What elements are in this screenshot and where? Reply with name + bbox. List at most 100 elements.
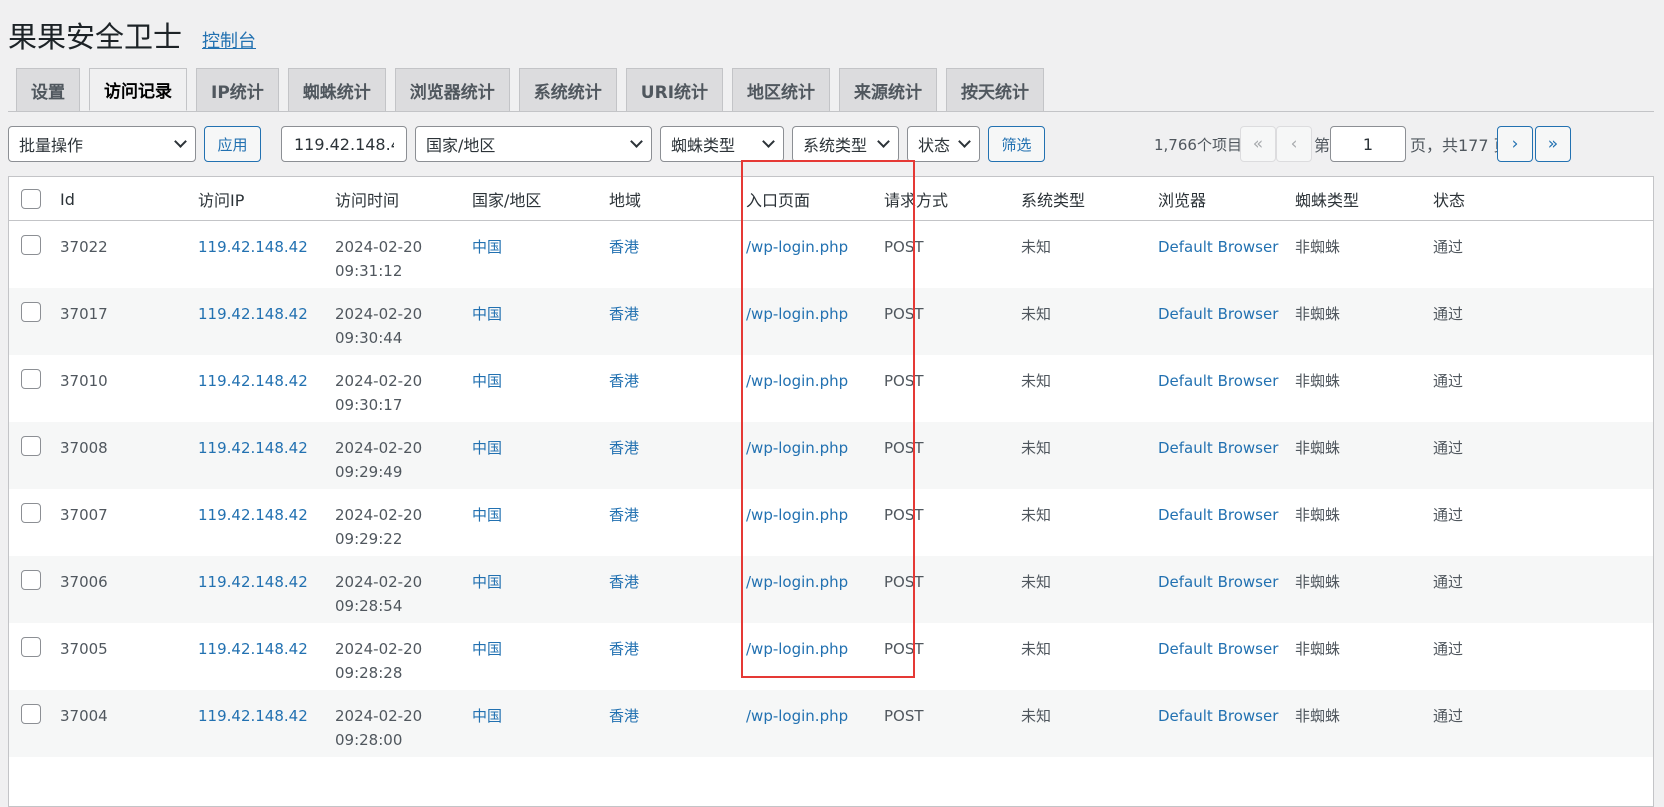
bulk-action-select[interactable]: 批量操作 (8, 126, 196, 162)
cell-id: 37022 (60, 238, 108, 256)
cell-region-link[interactable]: 香港 (609, 302, 639, 326)
cell-time: 2024-02-20 09:28:28 (335, 637, 422, 685)
cell-status: 通过 (1433, 640, 1464, 658)
column-header-spider[interactable]: 蜘蛛类型 (1295, 177, 1359, 221)
cell-time: 2024-02-20 09:30:44 (335, 302, 422, 350)
cell-entry-page-link[interactable]: /wp-login.php (746, 704, 848, 728)
row-checkbox[interactable] (21, 704, 41, 724)
tab-system-stats[interactable]: 系统统计 (518, 68, 617, 111)
column-header-method[interactable]: 请求方式 (884, 177, 948, 221)
cell-ip-link[interactable]: 119.42.148.42 (198, 436, 308, 460)
tab-settings[interactable]: 设置 (16, 68, 80, 111)
column-header-entry-page[interactable]: 入口页面 (746, 177, 810, 221)
tab-ip-stats[interactable]: IP统计 (196, 68, 279, 111)
column-header-ip[interactable]: 访问IP (198, 177, 244, 221)
tab-region-stats[interactable]: 地区统计 (732, 68, 831, 111)
country-select[interactable]: 国家/地区 (415, 126, 652, 162)
cell-date: 2024-02-20 (335, 640, 423, 658)
filter-button[interactable]: 筛选 (988, 126, 1045, 162)
row-checkbox[interactable] (21, 503, 41, 523)
cell-browser-link[interactable]: Default Browser (1158, 436, 1278, 460)
tab-visit-log[interactable]: 访问记录 (89, 68, 187, 111)
cell-browser-link[interactable]: Default Browser (1158, 637, 1278, 661)
column-header-country[interactable]: 国家/地区 (472, 177, 541, 221)
dashboard-link[interactable]: 控制台 (202, 27, 256, 53)
last-page-button[interactable]: » (1535, 126, 1571, 162)
row-checkbox[interactable] (21, 570, 41, 590)
apply-button[interactable]: 应用 (204, 126, 261, 162)
row-checkbox[interactable] (21, 235, 41, 255)
cell-method: POST (884, 305, 924, 323)
table-row: 37006 119.42.148.42 2024-02-20 09:28:54 中… (9, 556, 1653, 623)
cell-clock: 09:28:54 (335, 597, 403, 615)
cell-country-link[interactable]: 中国 (472, 369, 502, 393)
chevron-down-icon (877, 135, 890, 148)
cell-browser-link[interactable]: Default Browser (1158, 369, 1278, 393)
cell-entry-page-link[interactable]: /wp-login.php (746, 302, 848, 326)
cell-entry-page-link[interactable]: /wp-login.php (746, 570, 848, 594)
cell-browser-link[interactable]: Default Browser (1158, 704, 1278, 728)
cell-region-link[interactable]: 香港 (609, 235, 639, 259)
cell-ip-link[interactable]: 119.42.148.42 (198, 369, 308, 393)
cell-entry-page-link[interactable]: /wp-login.php (746, 503, 848, 527)
cell-entry-page-link[interactable]: /wp-login.php (746, 235, 848, 259)
column-header-region[interactable]: 地域 (609, 177, 641, 221)
cell-entry-page-link[interactable]: /wp-login.php (746, 637, 848, 661)
cell-country-link[interactable]: 中国 (472, 302, 502, 326)
chevron-down-icon (630, 135, 643, 148)
cell-time: 2024-02-20 09:28:54 (335, 570, 422, 618)
cell-country-link[interactable]: 中国 (472, 704, 502, 728)
cell-ip-link[interactable]: 119.42.148.42 (198, 637, 308, 661)
cell-id: 37006 (60, 573, 108, 591)
table-header: Id 访问IP 访问时间 国家/地区 地域 入口页面 请求方式 系统类型 浏览器… (9, 177, 1653, 221)
cell-country-link[interactable]: 中国 (472, 637, 502, 661)
cell-entry-page-link[interactable]: /wp-login.php (746, 436, 848, 460)
cell-browser-link[interactable]: Default Browser (1158, 570, 1278, 594)
chevron-down-icon (958, 135, 971, 148)
column-header-status[interactable]: 状态 (1433, 177, 1465, 221)
cell-country-link[interactable]: 中国 (472, 235, 502, 259)
cell-region-link[interactable]: 香港 (609, 369, 639, 393)
cell-id: 37005 (60, 640, 108, 658)
cell-country-link[interactable]: 中国 (472, 436, 502, 460)
bulk-action-label: 批量操作 (19, 136, 84, 155)
cell-region-link[interactable]: 香港 (609, 704, 639, 728)
column-header-browser[interactable]: 浏览器 (1158, 177, 1206, 221)
cell-browser-link[interactable]: Default Browser (1158, 235, 1278, 259)
cell-status: 通过 (1433, 506, 1464, 524)
cell-ip-link[interactable]: 119.42.148.42 (198, 570, 308, 594)
row-checkbox[interactable] (21, 369, 41, 389)
cell-browser-link[interactable]: Default Browser (1158, 302, 1278, 326)
cell-ip-link[interactable]: 119.42.148.42 (198, 503, 308, 527)
row-checkbox[interactable] (21, 637, 41, 657)
cell-entry-page-link[interactable]: /wp-login.php (746, 369, 848, 393)
select-all-checkbox[interactable] (21, 189, 41, 209)
tab-daily-stats[interactable]: 按天统计 (946, 68, 1045, 111)
row-checkbox[interactable] (21, 302, 41, 322)
cell-browser-link[interactable]: Default Browser (1158, 503, 1278, 527)
column-header-os[interactable]: 系统类型 (1021, 177, 1085, 221)
cell-ip-link[interactable]: 119.42.148.42 (198, 302, 308, 326)
column-header-time[interactable]: 访问时间 (335, 177, 399, 221)
row-checkbox[interactable] (21, 436, 41, 456)
status-select[interactable]: 状态 (907, 126, 980, 162)
tab-browser-stats[interactable]: 浏览器统计 (394, 68, 510, 111)
cell-ip-link[interactable]: 119.42.148.42 (198, 235, 308, 259)
tab-uri-stats[interactable]: URI统计 (625, 68, 724, 111)
cell-region-link[interactable]: 香港 (609, 436, 639, 460)
system-type-select[interactable]: 系统类型 (792, 126, 899, 162)
column-header-id[interactable]: Id (60, 177, 75, 221)
cell-region-link[interactable]: 香港 (609, 637, 639, 661)
cell-region-link[interactable]: 香港 (609, 503, 639, 527)
ip-filter-input[interactable] (281, 126, 407, 162)
tab-spider-stats[interactable]: 蜘蛛统计 (287, 68, 386, 111)
cell-country-link[interactable]: 中国 (472, 570, 502, 594)
tab-referrer-stats[interactable]: 来源统计 (839, 68, 938, 111)
cell-os: 未知 (1021, 372, 1052, 390)
current-page-input[interactable] (1330, 126, 1406, 162)
cell-region-link[interactable]: 香港 (609, 570, 639, 594)
cell-ip-link[interactable]: 119.42.148.42 (198, 704, 308, 728)
cell-country-link[interactable]: 中国 (472, 503, 502, 527)
next-page-button[interactable]: › (1497, 126, 1533, 162)
spider-type-select[interactable]: 蜘蛛类型 (660, 126, 784, 162)
